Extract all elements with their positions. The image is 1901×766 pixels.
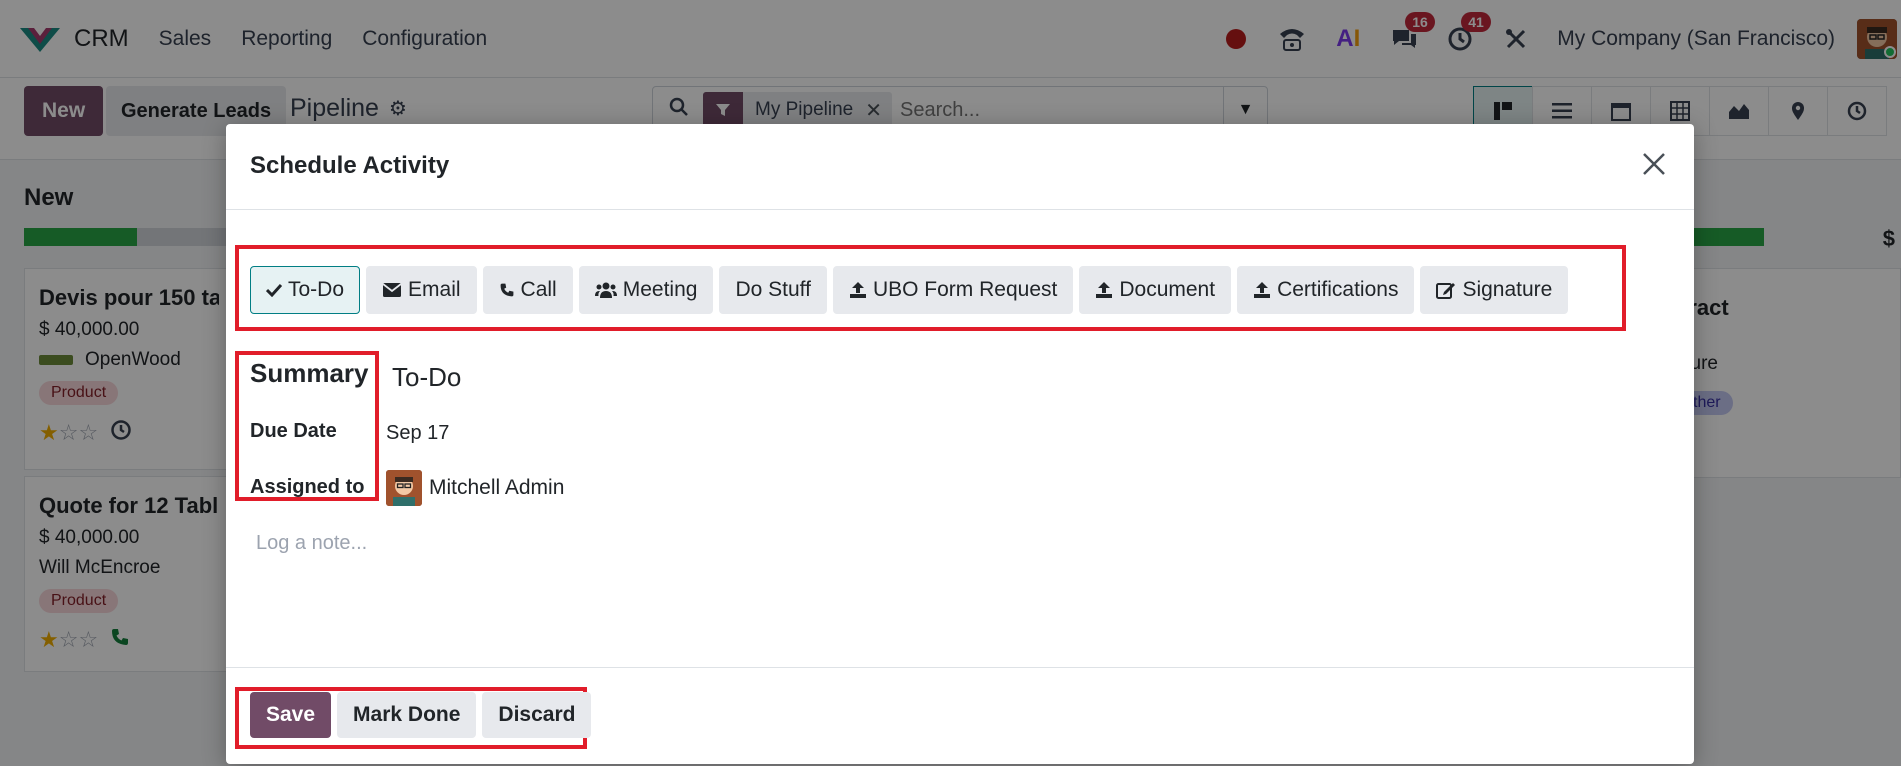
- pencil-square-icon: [1436, 281, 1456, 299]
- footer-buttons: Save Mark Done Discard: [250, 692, 597, 738]
- upload-icon: [849, 281, 867, 299]
- activity-type-label: Document: [1119, 278, 1216, 301]
- discard-button[interactable]: Discard: [482, 692, 592, 738]
- activity-type-label: Do Stuff: [735, 278, 811, 301]
- activity-type-label: Meeting: [622, 278, 698, 301]
- assigned-to-label: Assigned to: [250, 476, 365, 498]
- activity-type-label: Email: [408, 278, 461, 301]
- assignee-name: Mitchell Admin: [429, 476, 565, 499]
- modal-title: Schedule Activity: [250, 152, 450, 179]
- upload-icon: [1253, 281, 1271, 299]
- close-icon[interactable]: [1634, 144, 1674, 184]
- activity-type-call[interactable]: Call: [482, 266, 573, 314]
- mark-done-button[interactable]: Mark Done: [337, 692, 477, 738]
- activity-type-meeting[interactable]: Meeting: [578, 266, 714, 314]
- note-field[interactable]: Log a note...: [256, 532, 367, 555]
- activity-type-signature[interactable]: Signature: [1420, 266, 1569, 314]
- modal-header: Schedule Activity: [226, 124, 1694, 210]
- assigned-to-field[interactable]: Mitchell Admin: [386, 470, 564, 506]
- activity-type-document[interactable]: Document: [1079, 266, 1232, 314]
- activity-type-todo[interactable]: To-Do: [250, 266, 361, 314]
- summary-label: Summary: [250, 358, 369, 388]
- save-button[interactable]: Save: [250, 692, 332, 738]
- activity-type-label: To-Do: [288, 278, 345, 301]
- envelope-icon: [382, 282, 402, 298]
- check-icon: [266, 283, 282, 297]
- summary-input[interactable]: To-Do: [392, 362, 461, 393]
- activity-type-label: Certifications: [1277, 278, 1399, 301]
- activity-type-selector: To-Do Email Call Meeting Do Stuff UBO Fo…: [250, 266, 1574, 314]
- activity-type-label: Signature: [1462, 278, 1553, 301]
- activity-type-label: Call: [520, 278, 557, 301]
- activity-type-label: UBO Form Request: [872, 278, 1058, 301]
- users-icon: [594, 282, 617, 298]
- due-date-input[interactable]: Sep 17: [386, 422, 449, 445]
- phone-icon: [499, 282, 515, 298]
- activity-type-email[interactable]: Email: [366, 266, 477, 314]
- activity-type-ubo-form-request[interactable]: UBO Form Request: [832, 266, 1074, 314]
- upload-icon: [1095, 281, 1113, 299]
- activity-type-do-stuff[interactable]: Do Stuff: [719, 266, 827, 314]
- activity-type-certifications[interactable]: Certifications: [1237, 266, 1415, 314]
- avatar: [386, 470, 422, 506]
- schedule-activity-dialog: Schedule Activity To-Do Email Call Meeti…: [226, 124, 1694, 764]
- due-date-label: Due Date: [250, 420, 337, 442]
